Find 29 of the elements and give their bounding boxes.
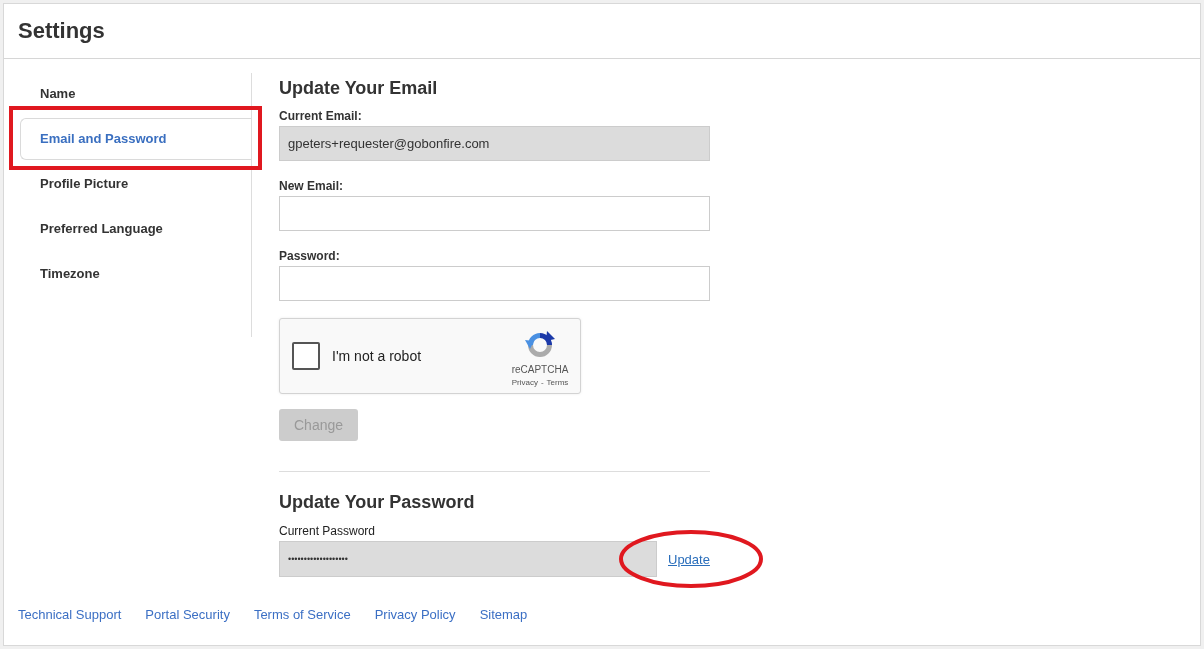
footer-link[interactable]: Portal Security xyxy=(145,607,230,623)
captcha-link[interactable]: Privacy xyxy=(511,378,538,388)
footer-link[interactable]: Privacy Policy xyxy=(374,607,456,623)
input-field[interactable]: gpeters+requester@gobonfire.com xyxy=(279,126,710,161)
section-heading: Update Your Password xyxy=(279,491,475,514)
input-field[interactable] xyxy=(279,266,710,301)
captcha-link[interactable]: Terms xyxy=(546,378,569,388)
sidebar-item[interactable]: Email and Password xyxy=(20,118,251,160)
footer-link[interactable]: Technical Support xyxy=(18,607,122,623)
update-link[interactable]: Update xyxy=(668,552,710,567)
field-label: Current Email: xyxy=(279,108,362,124)
captcha-brand: reCAPTCHA xyxy=(511,364,569,376)
footer-link[interactable]: Sitemap xyxy=(479,607,528,623)
checkbox[interactable] xyxy=(292,342,320,370)
checkbox-label: I'm not a robot xyxy=(332,348,422,364)
circular-arrows-icon xyxy=(525,330,555,360)
input-field[interactable] xyxy=(279,196,710,231)
page-title: Settings xyxy=(18,17,105,45)
sidebar-item[interactable]: Name xyxy=(20,85,78,103)
field-label: Password: xyxy=(279,248,340,264)
password-field[interactable]: ••••••••••••••••••• xyxy=(279,541,657,577)
field-label: Current Password xyxy=(279,523,376,539)
link-separator: - xyxy=(540,378,544,388)
field-label: New Email: xyxy=(279,178,344,194)
sidebar-item[interactable]: Profile Picture xyxy=(20,175,131,193)
footer-link[interactable]: Terms of Service xyxy=(253,607,351,623)
section-heading: Update Your Email xyxy=(279,77,438,100)
sidebar-item[interactable]: Preferred Language xyxy=(20,220,165,238)
sidebar-item[interactable]: Timezone xyxy=(20,265,102,283)
